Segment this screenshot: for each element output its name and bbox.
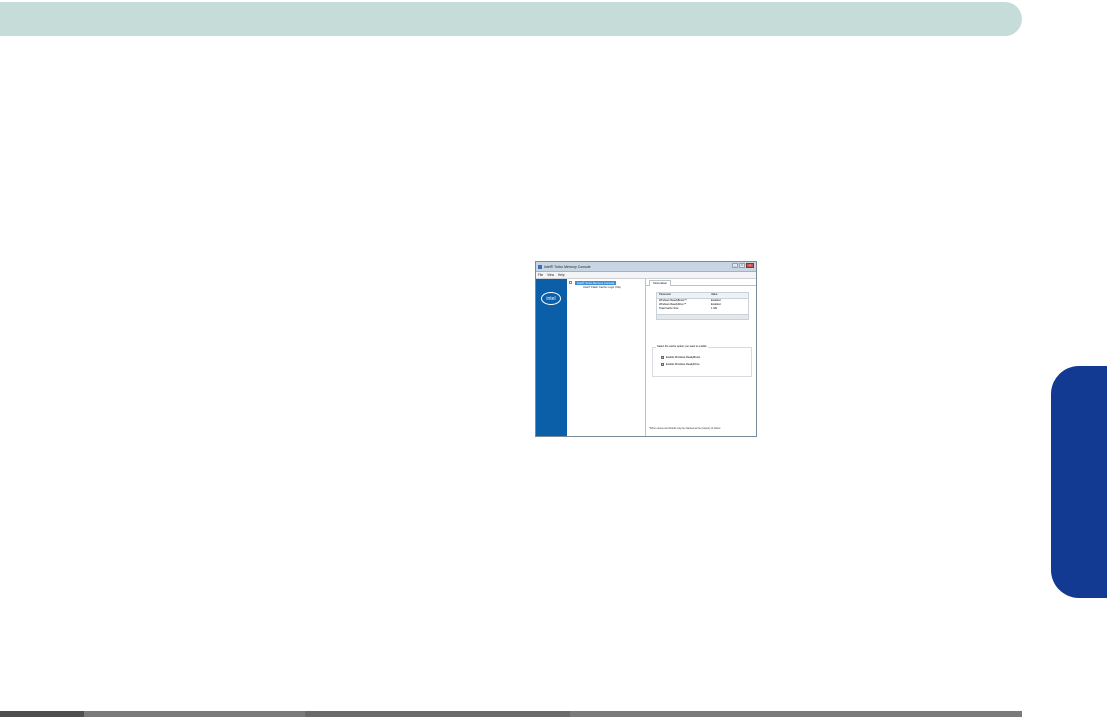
app-window-screenshot: Intel® Turbo Memory Console _ □ x File V… <box>535 261 757 437</box>
readydrive-checkbox-row[interactable]: ✓ Enable Windows ReadyDrive <box>661 363 700 366</box>
grid-cell: 1 GB <box>711 307 717 310</box>
app-icon <box>538 264 542 269</box>
brand-panel: intel <box>536 279 567 436</box>
menu-help[interactable]: Help <box>558 272 565 278</box>
minimize-button[interactable]: _ <box>732 263 738 268</box>
grid-cell: Total Cache Size <box>659 307 679 310</box>
menu-view[interactable]: View <box>547 272 554 278</box>
maximize-button[interactable]: □ <box>739 263 745 268</box>
section-side-tab <box>1051 366 1107 598</box>
footer-rule-segment <box>305 711 570 717</box>
grid-header-value[interactable]: Value <box>709 293 741 298</box>
footer-rule <box>0 711 1022 717</box>
menu-bar: File View Help <box>536 272 756 279</box>
readydrive-checkbox[interactable]: ✓ <box>661 363 664 366</box>
readyboost-checkbox[interactable]: ✓ <box>661 356 664 359</box>
readydrive-label: Enable Windows ReadyDrive <box>666 363 700 366</box>
parameter-grid: Parameter Value Windows ReadyBoost™ Enab… <box>656 292 749 320</box>
menu-file[interactable]: File <box>538 272 543 278</box>
navigation-tree: Intel® Turbo Memory Console Intel® Flash… <box>567 279 646 436</box>
readyboost-checkbox-row[interactable]: ✓ Enable Windows ReadyBoost <box>661 356 700 359</box>
caption-buttons: _ □ x <box>732 263 754 268</box>
close-button[interactable]: x <box>746 263 754 268</box>
footer-rule-segment <box>0 711 84 717</box>
trademark-footnote: *Other names and brands may be claimed a… <box>649 427 722 430</box>
readyboost-label: Enable Windows ReadyBoost <box>666 356 701 359</box>
tab-strip: Information <box>646 279 756 286</box>
tree-item-flash-cache[interactable]: Intel® Flash Cache Logic Chip <box>583 285 621 289</box>
cache-options-label: Select the cache option you want to enab… <box>656 345 709 348</box>
tab-information[interactable]: Information <box>649 280 671 286</box>
window-body: intel Intel® Turbo Memory Console Intel®… <box>536 279 756 436</box>
cache-options-group: Select the cache option you want to enab… <box>652 345 752 377</box>
table-row[interactable]: Total Cache Size 1 GB <box>657 307 748 311</box>
grid-header-parameter[interactable]: Parameter <box>657 293 709 298</box>
header-banner <box>0 2 1022 36</box>
window-title: Intel® Turbo Memory Console <box>544 264 591 269</box>
tree-expand-icon[interactable] <box>569 281 572 284</box>
intel-logo: intel <box>541 292 561 305</box>
window-titlebar[interactable]: Intel® Turbo Memory Console _ □ x <box>536 262 756 272</box>
detail-pane: Information Parameter Value Windows Read… <box>646 279 756 436</box>
grid-horizontal-scrollbar[interactable] <box>657 314 748 319</box>
